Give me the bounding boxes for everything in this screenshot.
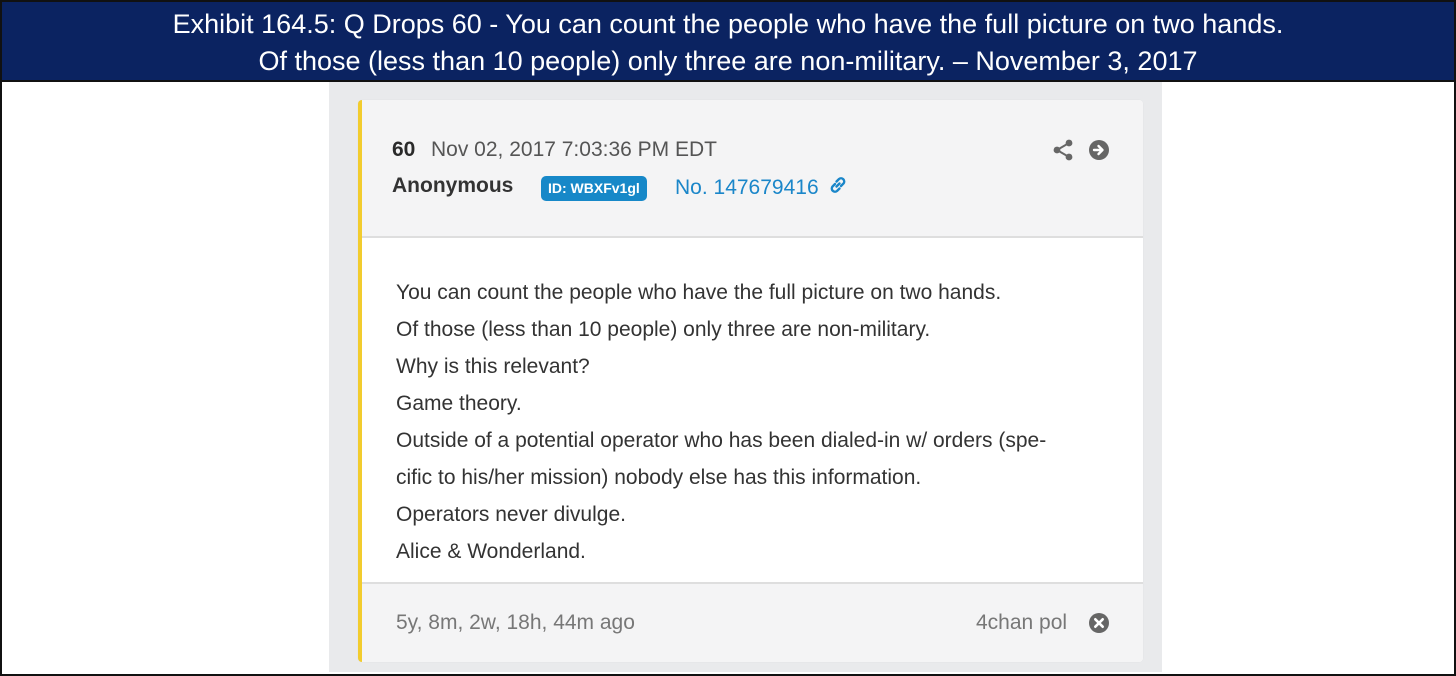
post-author: Anonymous xyxy=(392,174,514,197)
share-icon[interactable] xyxy=(1051,138,1075,162)
post-text-line: Of those (less than 10 people) only thre… xyxy=(396,318,931,341)
post-age: 5y, 8m, 2w, 18h, 44m ago xyxy=(396,611,635,634)
post-card: 60 Nov 02, 2017 7:03:36 PM EDT Anonymous… xyxy=(358,100,1143,662)
exhibit-banner: Exhibit 164.5: Q Drops 60 - You can coun… xyxy=(2,2,1454,82)
post-text: You can count the people who have the fu… xyxy=(396,274,1046,570)
arrow-right-circle-icon[interactable] xyxy=(1088,139,1110,161)
post-source: 4chan pol xyxy=(976,611,1068,634)
post-text-line: Game theory. xyxy=(396,392,522,415)
post-number-link[interactable]: No. 147679416 xyxy=(675,174,849,200)
post-text-line: You can count the people who have the fu… xyxy=(396,281,1002,304)
post-number-link-label[interactable]: No. 147679416 xyxy=(675,176,819,199)
post-text-line: Outside of a potential operator who has … xyxy=(396,429,1047,452)
close-circle-icon[interactable] xyxy=(1088,612,1110,634)
banner-title-line-1: Exhibit 164.5: Q Drops 60 - You can coun… xyxy=(172,9,1284,39)
post-header: 60 Nov 02, 2017 7:03:36 PM EDT Anonymous… xyxy=(362,100,1143,238)
post-body: You can count the people who have the fu… xyxy=(362,238,1143,582)
link-icon[interactable] xyxy=(827,174,849,196)
poster-id-badge: ID: WBXFv1gl xyxy=(541,176,647,201)
post-text-line: Why is this relevant? xyxy=(396,355,590,378)
post-timestamp: Nov 02, 2017 7:03:36 PM EDT xyxy=(431,138,717,161)
post-text-line: cific to his/her mission) nobody else ha… xyxy=(396,466,922,489)
banner-title-line-2: Of those (less than 10 people) only thre… xyxy=(258,46,1198,76)
post-text-line: Alice & Wonderland. xyxy=(396,540,586,563)
post-footer: 5y, 8m, 2w, 18h, 44m ago 4chan pol xyxy=(362,582,1143,662)
post-text-line: Operators never divulge. xyxy=(396,503,626,526)
post-number: 60 xyxy=(392,138,416,161)
